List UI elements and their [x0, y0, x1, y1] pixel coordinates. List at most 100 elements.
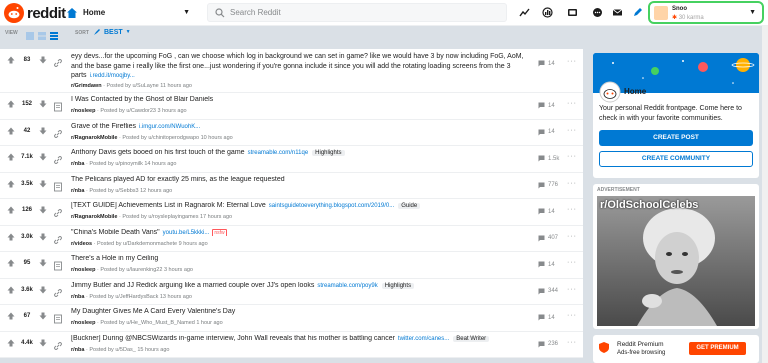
more-options-icon[interactable]: ··· — [567, 127, 577, 134]
downvote-arrow-icon[interactable] — [39, 100, 47, 108]
post-row[interactable]: 3.0k "China's Mobile Death Vans" youtu.be/… — [0, 226, 583, 252]
ad-image[interactable]: r/OldSchoolCelebs — [597, 196, 755, 326]
subreddit-link[interactable]: r/nba — [71, 294, 84, 300]
post-row[interactable]: 95 There's a Hole in my Ceiling r/nosleep … — [0, 252, 583, 279]
subreddit-link[interactable]: r/nba — [71, 161, 84, 167]
post-title-line[interactable]: eyy devs...for the upcoming FoG , can we… — [71, 52, 533, 82]
post-title-line[interactable]: Grave of the Fireflies i.imgur.com/NWuohK… — [71, 123, 513, 130]
downvote-arrow-icon[interactable] — [39, 339, 47, 347]
post-title[interactable]: I Was Contacted by the Ghost of Blair Da… — [71, 96, 213, 103]
post-title-line[interactable]: [Buckner] During @NBCSWizards in-game in… — [71, 335, 513, 342]
post-link[interactable]: streamable.com/poy9k — [317, 283, 377, 289]
search-input[interactable] — [230, 8, 490, 17]
more-options-icon[interactable]: ··· — [567, 180, 577, 187]
post-link[interactable]: streamable.com/n11qe — [248, 150, 309, 156]
post-title[interactable]: "China's Mobile Death Vans" — [71, 229, 160, 236]
mail-icon[interactable] — [612, 7, 623, 18]
downvote-arrow-icon[interactable] — [39, 180, 47, 188]
more-options-icon[interactable]: ··· — [567, 286, 577, 293]
post-row[interactable]: 152 I Was Contacted by the Ghost of Blair… — [0, 93, 583, 120]
subreddit-link[interactable]: r/nosleep — [71, 267, 95, 273]
post-row[interactable]: 3.6k Jimmy Butler and JJ Redick arguing l… — [0, 279, 583, 305]
comments-button[interactable]: 407 — [538, 235, 558, 242]
post-title-line[interactable]: Jimmy Butler and JJ Redick arguing like … — [71, 282, 513, 289]
subreddit-link[interactable]: r/videos — [71, 241, 92, 247]
post-flair[interactable]: Beat Writer — [453, 335, 490, 342]
post-title[interactable]: My Daughter Gives Me A Card Every Valent… — [71, 308, 235, 315]
more-options-icon[interactable]: ··· — [567, 339, 577, 346]
post-row[interactable]: 42 Grave of the Fireflies i.imgur.com/NWuo… — [0, 120, 583, 146]
create-post-pencil-icon[interactable] — [632, 7, 643, 18]
post-title-line[interactable]: Anthony Davis gets booed on his first to… — [71, 149, 513, 156]
downvote-arrow-icon[interactable] — [39, 206, 47, 214]
post-row[interactable]: 4.4k [Buckner] During @NBCSWizards in-gam… — [0, 332, 583, 358]
chat-icon[interactable] — [592, 7, 603, 18]
sort-dropdown[interactable]: BEST ▼ — [93, 28, 131, 36]
more-options-icon[interactable]: ··· — [567, 312, 577, 319]
post-title-line[interactable]: There's a Hole in my Ceiling — [71, 255, 513, 262]
card-view-icon[interactable] — [25, 28, 35, 40]
post-title[interactable]: There's a Hole in my Ceiling — [71, 255, 158, 262]
subreddit-link[interactable]: r/nosleep — [71, 108, 95, 114]
post-title[interactable]: Jimmy Butler and JJ Redick arguing like … — [71, 282, 314, 289]
post-link[interactable]: saintsguidetoeverything.blogspot.com/201… — [269, 203, 394, 209]
upvote-arrow-icon[interactable] — [7, 339, 15, 347]
post-title-line[interactable]: [TEXT GUIDE] Achievements List in Ragnar… — [71, 202, 513, 209]
post-title-line[interactable]: The Pelicans played AD for exactly 25 mi… — [71, 176, 513, 183]
post-title[interactable]: The Pelicans played AD for exactly 25 mi… — [71, 176, 285, 183]
upvote-arrow-icon[interactable] — [7, 100, 15, 108]
post-link[interactable]: i.redd.it/moqjby... — [90, 73, 135, 79]
comments-button[interactable]: 14 — [538, 261, 555, 268]
post-row[interactable]: 83 eyy devs...for the upcoming FoG , can … — [0, 49, 583, 93]
trending-icon[interactable] — [519, 7, 530, 18]
more-options-icon[interactable]: ··· — [567, 58, 577, 65]
comments-button[interactable]: 236 — [538, 341, 558, 348]
post-link[interactable]: youtu.be/L5kkki... — [163, 230, 210, 236]
post-flair[interactable]: Highlights — [381, 282, 415, 289]
post-title-line[interactable]: I Was Contacted by the Ghost of Blair Da… — [71, 96, 513, 103]
subreddit-link[interactable]: r/RagnarokMobile — [71, 135, 117, 141]
post-row[interactable]: 126 [TEXT GUIDE] Achievements List in Rag… — [0, 199, 583, 226]
comments-button[interactable]: 14 — [538, 208, 555, 215]
downvote-arrow-icon[interactable] — [39, 286, 47, 294]
reddit-logo-icon[interactable] — [4, 3, 24, 23]
upvote-arrow-icon[interactable] — [7, 259, 15, 267]
comments-button[interactable]: 344 — [538, 288, 558, 295]
comments-button[interactable]: 14 — [538, 60, 555, 67]
popular-icon[interactable] — [542, 7, 553, 18]
post-row[interactable]: 3.5k The Pelicans played AD for exactly 2… — [0, 173, 583, 199]
post-row[interactable]: 67 My Daughter Gives Me A Card Every Vale… — [0, 305, 583, 332]
upvote-arrow-icon[interactable] — [7, 286, 15, 294]
upvote-arrow-icon[interactable] — [7, 312, 15, 320]
more-options-icon[interactable]: ··· — [567, 206, 577, 213]
comments-button[interactable]: 1.5k — [538, 155, 559, 162]
more-options-icon[interactable]: ··· — [567, 259, 577, 266]
user-menu[interactable]: Snoo ✱ 30 karma ▼ — [648, 1, 764, 24]
subreddit-link[interactable]: r/Grimdawn — [71, 83, 102, 89]
more-options-icon[interactable]: ··· — [567, 100, 577, 107]
downvote-arrow-icon[interactable] — [39, 259, 47, 267]
post-title[interactable]: [Buckner] During @NBCSWizards in-game in… — [71, 335, 395, 342]
get-premium-button[interactable]: GET PREMIUM — [689, 342, 746, 355]
compact-view-icon[interactable] — [49, 28, 59, 40]
comments-button[interactable]: 776 — [538, 182, 558, 189]
search-bar[interactable] — [207, 3, 507, 22]
comments-button[interactable]: 14 — [538, 314, 555, 321]
upvote-arrow-icon[interactable] — [7, 180, 15, 188]
tv-icon[interactable] — [567, 7, 578, 18]
post-title-line[interactable]: "China's Mobile Death Vans" youtu.be/L5kk… — [71, 228, 513, 236]
comments-button[interactable]: 14 — [538, 102, 555, 109]
upvote-arrow-icon[interactable] — [7, 206, 15, 214]
upvote-arrow-icon[interactable] — [7, 233, 15, 241]
more-options-icon[interactable]: ··· — [567, 153, 577, 160]
post-flair[interactable]: Guide — [398, 203, 421, 209]
post-flair[interactable]: Highlights — [312, 150, 345, 156]
post-row[interactable]: 7.1k Anthony Davis gets booed on his firs… — [0, 146, 583, 173]
home-dropdown[interactable]: Home ▼ — [66, 3, 196, 22]
downvote-arrow-icon[interactable] — [39, 127, 47, 135]
subreddit-link[interactable]: r/nba — [71, 188, 84, 194]
upvote-arrow-icon[interactable] — [7, 56, 15, 64]
post-link[interactable]: twitter.com/canes... — [398, 336, 449, 342]
post-title[interactable]: [TEXT GUIDE] Achievements List in Ragnar… — [71, 202, 266, 209]
post-title[interactable]: eyy devs...for the upcoming FoG , can we… — [71, 53, 524, 79]
